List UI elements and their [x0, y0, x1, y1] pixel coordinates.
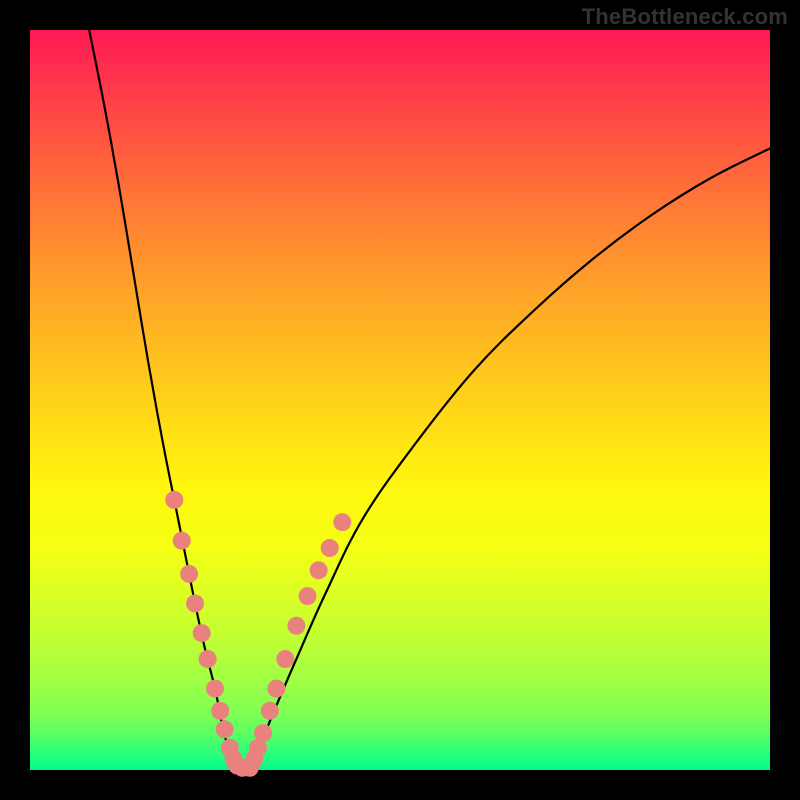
data-point [299, 587, 317, 605]
scatter-group [165, 491, 351, 777]
data-point [186, 595, 204, 613]
data-point [261, 702, 279, 720]
data-point [173, 532, 191, 550]
chart-canvas: TheBottleneck.com [0, 0, 800, 800]
curve-curve-right [252, 148, 770, 770]
data-point [287, 617, 305, 635]
data-point [165, 491, 183, 509]
watermark-text: TheBottleneck.com [582, 4, 788, 30]
data-point [333, 513, 351, 531]
data-point [276, 650, 294, 668]
plot-area [30, 30, 770, 770]
chart-overlay [30, 30, 770, 770]
data-point [254, 724, 272, 742]
data-point [199, 650, 217, 668]
data-point [180, 565, 198, 583]
data-point [321, 539, 339, 557]
data-point [267, 680, 285, 698]
data-point [211, 702, 229, 720]
data-point [310, 561, 328, 579]
data-point [206, 680, 224, 698]
data-point [216, 720, 234, 738]
curve-group [89, 30, 770, 770]
data-point [193, 624, 211, 642]
